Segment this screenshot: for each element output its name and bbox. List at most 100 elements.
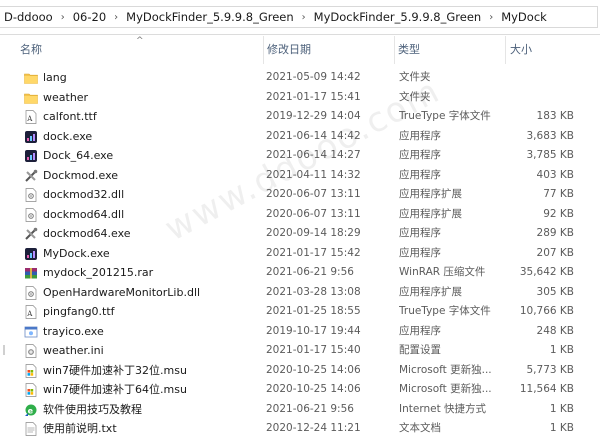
breadcrumb-item[interactable]: MyDock bbox=[497, 10, 551, 24]
file-row[interactable]: Dockmod.exe 2021-04-11 14:32 应用程序 403 KB bbox=[0, 166, 600, 186]
file-size: 1 KB bbox=[549, 422, 574, 434]
file-name: weather.ini bbox=[43, 344, 104, 357]
file-row[interactable]: dockmod32.dll 2020-06-07 13:11 应用程序扩展 77 KB bbox=[0, 185, 600, 205]
file-date: 2021-06-14 14:27 bbox=[266, 149, 361, 161]
file-type: Internet 快捷方式 bbox=[399, 402, 487, 415]
file-type: 应用程序 bbox=[399, 168, 441, 181]
column-header-type[interactable]: 类型 bbox=[394, 36, 506, 64]
text-file-icon bbox=[24, 422, 38, 436]
file-size: 289 KB bbox=[536, 227, 574, 239]
file-size: 3,683 KB bbox=[526, 129, 575, 142]
file-name: OpenHardwareMonitorLib.dll bbox=[43, 285, 201, 299]
update-package-icon bbox=[24, 363, 38, 378]
chevron-right-icon[interactable]: › bbox=[110, 12, 122, 23]
file-row[interactable]: 使用前说明.txt 2020-12-24 11:21 文本文档 1 KB bbox=[0, 419, 600, 439]
file-size: 1 KB bbox=[549, 402, 574, 415]
archive-icon bbox=[24, 266, 38, 280]
file-row[interactable]: trayico.exe 2019-10-17 19:44 应用程序 248 KB bbox=[0, 322, 600, 342]
file-size: 77 KB bbox=[543, 188, 574, 200]
app-window-icon bbox=[24, 325, 38, 339]
file-row[interactable]: weather.ini 2021-01-17 15:40 配置设置 1 KB bbox=[0, 341, 600, 361]
file-size: 305 KB bbox=[536, 285, 574, 298]
file-row[interactable]: e 软件使用技巧及教程 2021-06-21 9:56 Internet 快捷方式 1 … bbox=[0, 400, 600, 420]
file-size: 248 KB bbox=[536, 324, 574, 337]
file-date: 2019-12-29 14:04 bbox=[266, 110, 361, 122]
svg-text:e: e bbox=[28, 406, 34, 415]
file-name: weather bbox=[43, 90, 89, 104]
file-row[interactable]: Acalfont.ttf 2019-12-29 14:04 TrueType 字体文… bbox=[0, 107, 600, 127]
file-row[interactable]: dockmod64.dll 2020-06-07 13:11 应用程序扩展 92 KB bbox=[0, 205, 600, 225]
file-name: win7硬件加速补丁64位.msu bbox=[43, 383, 187, 396]
file-size: 3,785 KB bbox=[526, 149, 575, 161]
file-row[interactable]: win7硬件加速补丁32位.msu 2020-10-25 14:06 Microso… bbox=[0, 361, 600, 381]
file-size: 207 KB bbox=[536, 246, 574, 259]
file-name: Dock_64.exe bbox=[43, 149, 114, 162]
file-date: 2020-12-24 11:21 bbox=[266, 422, 361, 434]
file-name: 软件使用技巧及教程 bbox=[43, 402, 142, 416]
file-row[interactable]: weather 2021-01-17 15:41 文件夹 bbox=[0, 88, 600, 108]
column-header-name[interactable]: 名称 bbox=[20, 36, 260, 64]
breadcrumb-item[interactable]: D-ddooo bbox=[0, 10, 57, 24]
file-row[interactable]: Apingfang0.ttf 2021-01-25 18:55 TrueType 字… bbox=[0, 302, 600, 322]
font-file-icon: A bbox=[24, 305, 38, 319]
file-name: dockmod64.exe bbox=[43, 227, 131, 240]
breadcrumb-item[interactable]: MyDockFinder_5.9.9.8_Green bbox=[122, 10, 298, 24]
file-date: 2020-10-25 14:06 bbox=[266, 363, 361, 376]
file-name: mydock_201215.rar bbox=[43, 266, 154, 279]
file-size: 183 KB bbox=[536, 110, 574, 122]
file-date: 2021-01-25 18:55 bbox=[266, 305, 361, 317]
file-date: 2021-01-17 15:41 bbox=[266, 90, 361, 103]
file-row[interactable]: MyDock.exe 2021-01-17 15:42 应用程序 207 KB bbox=[0, 244, 600, 264]
file-row[interactable]: Dock_64.exe 2021-06-14 14:27 应用程序 3,785 KB bbox=[0, 146, 600, 166]
column-header-row: ^ 名称 修改日期 类型 大小 bbox=[0, 36, 600, 64]
breadcrumb-item[interactable]: MyDockFinder_5.9.9.8_Green bbox=[310, 10, 486, 24]
column-header-date[interactable]: 修改日期 bbox=[263, 36, 395, 64]
tools-icon bbox=[24, 227, 38, 241]
file-row[interactable]: lang 2021-05-09 14:42 文件夹 bbox=[0, 68, 600, 88]
file-row[interactable]: OpenHardwareMonitorLib.dll 2021-03-28 13:… bbox=[0, 283, 600, 303]
dock-app-icon bbox=[24, 130, 38, 144]
file-row[interactable]: dockmod64.exe 2020-09-14 18:29 应用程序 289 KB bbox=[0, 224, 600, 244]
internet-shortcut-icon: e bbox=[24, 403, 38, 417]
breadcrumb-item[interactable]: 06-20 bbox=[69, 10, 110, 24]
file-row[interactable]: mydock_201215.rar 2021-06-21 9:56 WinRAR 压… bbox=[0, 263, 600, 283]
folder-icon bbox=[24, 71, 38, 85]
address-bar[interactable]: D-ddooo › 06-20 › MyDockFinder_5.9.9.8_G… bbox=[0, 0, 600, 35]
file-date: 2021-06-21 9:56 bbox=[266, 402, 354, 415]
file-name: dockmod32.dll bbox=[43, 188, 125, 201]
chevron-right-icon[interactable]: › bbox=[485, 12, 497, 23]
chevron-right-icon[interactable]: › bbox=[298, 12, 310, 23]
file-type: 应用程序 bbox=[399, 246, 441, 259]
update-package-icon bbox=[24, 383, 38, 397]
file-size: 403 KB bbox=[536, 168, 574, 181]
breadcrumb: D-ddooo › 06-20 › MyDockFinder_5.9.9.8_G… bbox=[0, 6, 598, 28]
file-type: Microsoft 更新独... bbox=[399, 363, 492, 376]
chevron-right-icon[interactable]: › bbox=[57, 12, 69, 23]
file-type: TrueType 字体文件 bbox=[399, 110, 491, 122]
file-type: TrueType 字体文件 bbox=[399, 305, 491, 317]
file-date: 2020-06-07 13:11 bbox=[266, 207, 361, 220]
folder-icon bbox=[24, 91, 38, 105]
file-type: 应用程序扩展 bbox=[399, 188, 462, 200]
file-type: Microsoft 更新独... bbox=[399, 383, 492, 395]
column-header-size[interactable]: 大小 bbox=[505, 36, 600, 64]
tools-icon bbox=[24, 169, 38, 183]
file-name: pingfang0.ttf bbox=[43, 305, 115, 318]
file-size: 92 KB bbox=[543, 207, 574, 220]
file-date: 2019-10-17 19:44 bbox=[266, 324, 361, 337]
file-name: win7硬件加速补丁32位.msu bbox=[43, 363, 187, 377]
file-size: 35,642 KB bbox=[519, 266, 574, 278]
scroll-edge-mark bbox=[3, 345, 5, 355]
file-name: dock.exe bbox=[43, 129, 93, 143]
file-date: 2021-06-21 9:56 bbox=[266, 266, 354, 278]
file-date: 2020-09-14 18:29 bbox=[266, 227, 361, 239]
dll-file-icon bbox=[24, 207, 38, 222]
font-file-icon: A bbox=[24, 110, 38, 124]
file-row[interactable]: dock.exe 2021-06-14 14:42 应用程序 3,683 KB bbox=[0, 127, 600, 147]
file-row[interactable]: win7硬件加速补丁64位.msu 2020-10-25 14:06 Microso… bbox=[0, 380, 600, 400]
file-name: lang bbox=[43, 71, 67, 84]
file-date: 2020-06-07 13:11 bbox=[266, 188, 361, 200]
file-type: 应用程序 bbox=[399, 324, 441, 337]
file-size: 10,766 KB bbox=[519, 305, 574, 317]
file-date: 2020-10-25 14:06 bbox=[266, 383, 361, 395]
